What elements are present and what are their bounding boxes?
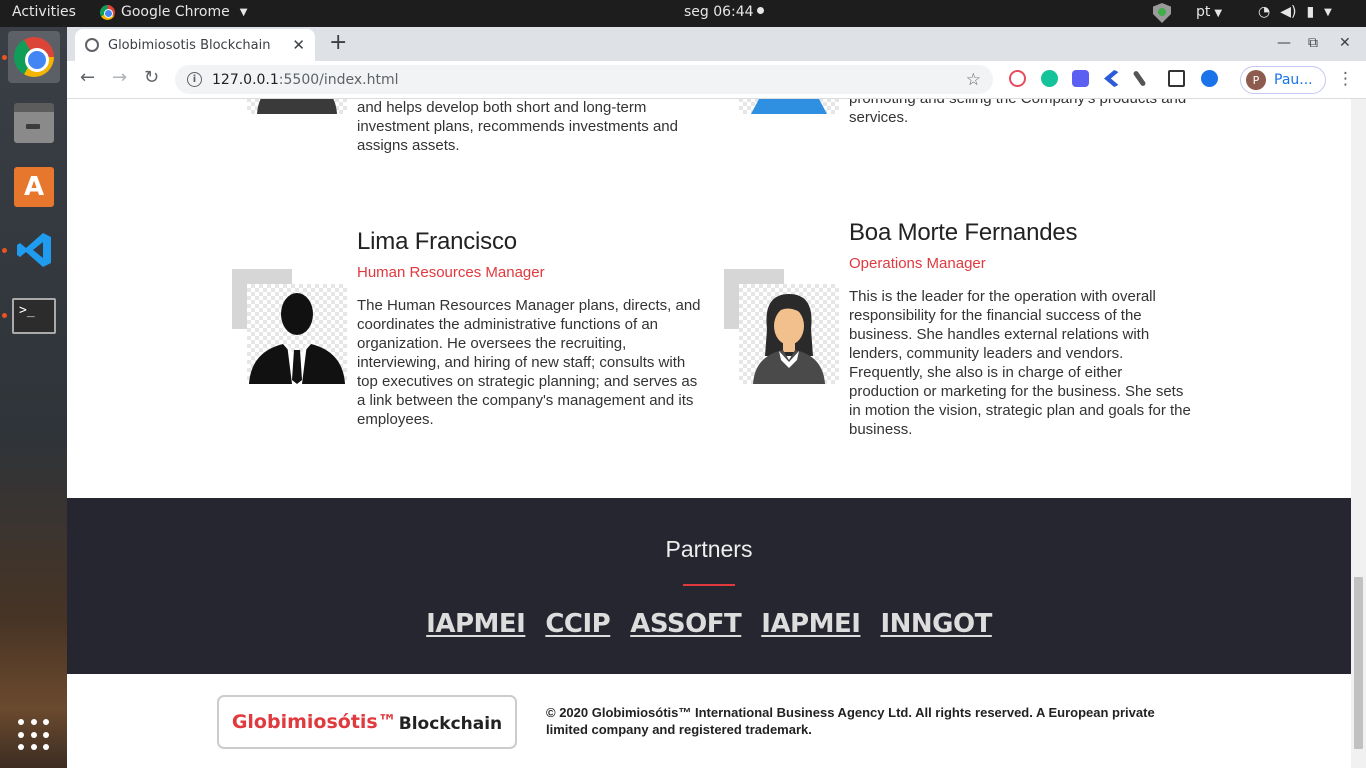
page-viewport: and helps develop both short and long-te… — [67, 99, 1366, 768]
battery-icon: ▮ — [1306, 4, 1315, 20]
partner-link[interactable]: IAPMEI — [426, 609, 526, 639]
profile-button[interactable]: P Pau... — [1240, 66, 1326, 94]
member-card: Boa Morte Fernandes Operations Manager T… — [849, 219, 1194, 439]
extension-icon[interactable] — [1009, 70, 1026, 87]
software-store-icon: A — [14, 167, 54, 207]
vscode-icon — [14, 230, 54, 270]
profile-name: Pau... — [1274, 72, 1313, 88]
logo-brand-text: Globimiosótis™ — [231, 711, 397, 733]
tab-title: Globimiosotis Blockchain — [108, 37, 271, 53]
dock-chrome[interactable] — [8, 31, 60, 83]
clock[interactable]: seg 06:44 — [684, 4, 764, 20]
shield-icon[interactable] — [1153, 3, 1171, 23]
running-indicator — [2, 313, 7, 318]
show-applications-button[interactable] — [8, 709, 60, 761]
url-path: :5500/index.html — [278, 71, 399, 88]
partner-list: IAPMEI CCIP ASSOFT IAPMEI INNGOT — [67, 609, 1351, 639]
logo-product-text: Blockchain — [398, 713, 503, 734]
wifi-icon: ◔ — [1258, 4, 1271, 20]
running-indicator — [2, 248, 7, 253]
system-top-bar: Activities Google Chrome ▼ seg 06:44 pt ▼… — [0, 0, 1366, 27]
notification-dot-icon — [756, 7, 764, 14]
member-card: promoting and selling the Company's prod… — [849, 99, 1189, 127]
dock-files[interactable] — [8, 97, 60, 149]
chrome-icon — [14, 37, 54, 77]
footer-logo[interactable]: Globimiosótis™ Blockchain — [217, 695, 517, 749]
system-menu[interactable]: ◔ ◀) ▮ ▼ — [1258, 4, 1332, 20]
partner-link[interactable]: ASSOFT — [630, 609, 742, 639]
terminal-icon: >_ — [12, 298, 56, 334]
tab-strip: Globimiosotis Blockchain ✕ + — ⧉ ✕ — [67, 27, 1366, 61]
close-window-icon[interactable]: ✕ — [1339, 35, 1351, 51]
screenshot-icon[interactable] — [1168, 70, 1185, 87]
member-photo — [247, 99, 347, 114]
app-grid-icon — [18, 719, 50, 751]
caret-down-icon: ▼ — [239, 6, 248, 18]
extension-icon[interactable] — [1201, 70, 1218, 87]
scrollbar-thumb[interactable] — [1354, 577, 1363, 749]
member-role: Human Resources Manager — [357, 264, 545, 281]
video-extension-icon[interactable] — [1072, 70, 1089, 87]
clock-label: seg 06:44 — [684, 4, 754, 20]
app-menu-label: Google Chrome — [121, 4, 230, 20]
forward-button[interactable]: → — [112, 68, 127, 88]
member-description: The Human Resources Manager plans, direc… — [357, 297, 701, 428]
partner-link[interactable]: INNGOT — [880, 609, 992, 639]
back-button[interactable]: ← — [80, 68, 95, 88]
close-tab-icon[interactable]: ✕ — [292, 36, 305, 54]
caret-down-icon: ▼ — [1214, 8, 1223, 19]
browser-tab[interactable]: Globimiosotis Blockchain ✕ — [75, 29, 315, 61]
minimize-icon[interactable]: — — [1277, 35, 1291, 51]
member-photo — [739, 99, 839, 114]
browser-toolbar: ← → ↻ i 127.0.0.1:5500/index.html ☆ P Pa… — [67, 61, 1366, 99]
member-description: This is the leader for the operation wit… — [849, 288, 1191, 438]
url-host: 127.0.0.1 — [212, 71, 279, 88]
activities-button[interactable]: Activities — [12, 4, 76, 20]
caret-down-icon: ▼ — [1324, 7, 1332, 18]
grammarly-icon[interactable] — [1041, 70, 1058, 87]
chrome-icon — [100, 4, 115, 20]
volume-icon: ◀) — [1280, 4, 1297, 20]
member-photo-lima-francisco — [247, 284, 347, 384]
footer: Globimiosótis™ Blockchain © 2020 Globimi… — [67, 674, 1351, 768]
copyright-text: © 2020 Globimiosótis™ International Busi… — [546, 705, 1155, 737]
member-card: Lima Francisco Human Resources Manager T… — [357, 228, 702, 429]
dock: A >_ — [0, 27, 67, 768]
app-menu[interactable]: Google Chrome ▼ — [100, 4, 247, 20]
extension-icon[interactable] — [1104, 70, 1121, 87]
member-card: and helps develop both short and long-te… — [357, 99, 697, 155]
section-divider — [683, 584, 735, 586]
language-menu[interactable]: pt ▼ — [1196, 4, 1222, 20]
avatar: P — [1246, 70, 1266, 90]
member-name: Boa Morte Fernandes — [849, 219, 1078, 246]
running-indicator — [2, 55, 7, 60]
partners-section: Partners IAPMEI CCIP ASSOFT IAPMEI INNGO… — [67, 498, 1351, 674]
browser-window: Globimiosotis Blockchain ✕ + — ⧉ ✕ ← → ↻… — [67, 27, 1366, 768]
eyedropper-icon[interactable] — [1132, 70, 1147, 87]
language-label: pt — [1196, 4, 1211, 20]
partner-link[interactable]: CCIP — [545, 609, 610, 639]
member-description: promoting and selling the Company's prod… — [849, 99, 1186, 126]
browser-menu-icon[interactable]: ⋮ — [1337, 69, 1354, 89]
member-role: Operations Manager — [849, 255, 986, 272]
maximize-icon[interactable]: ⧉ — [1308, 35, 1318, 51]
member-description: and helps develop both short and long-te… — [357, 99, 678, 154]
member-photo-boa-morte-fernandes — [739, 284, 839, 384]
globe-icon — [85, 38, 99, 52]
dock-software[interactable]: A — [8, 161, 60, 213]
bookmark-star-icon[interactable]: ☆ — [966, 70, 981, 90]
address-bar[interactable]: i 127.0.0.1:5500/index.html ☆ — [175, 65, 993, 94]
dock-vscode[interactable] — [8, 224, 60, 276]
partner-link[interactable]: IAPMEI — [761, 609, 861, 639]
reload-button[interactable]: ↻ — [144, 68, 159, 88]
info-icon[interactable]: i — [187, 72, 202, 87]
page-scrollbar[interactable] — [1351, 99, 1366, 768]
dock-terminal[interactable]: >_ — [8, 290, 60, 342]
new-tab-button[interactable]: + — [329, 32, 347, 54]
files-icon — [14, 103, 54, 143]
member-name: Lima Francisco — [357, 228, 517, 255]
partners-title: Partners — [665, 536, 753, 562]
